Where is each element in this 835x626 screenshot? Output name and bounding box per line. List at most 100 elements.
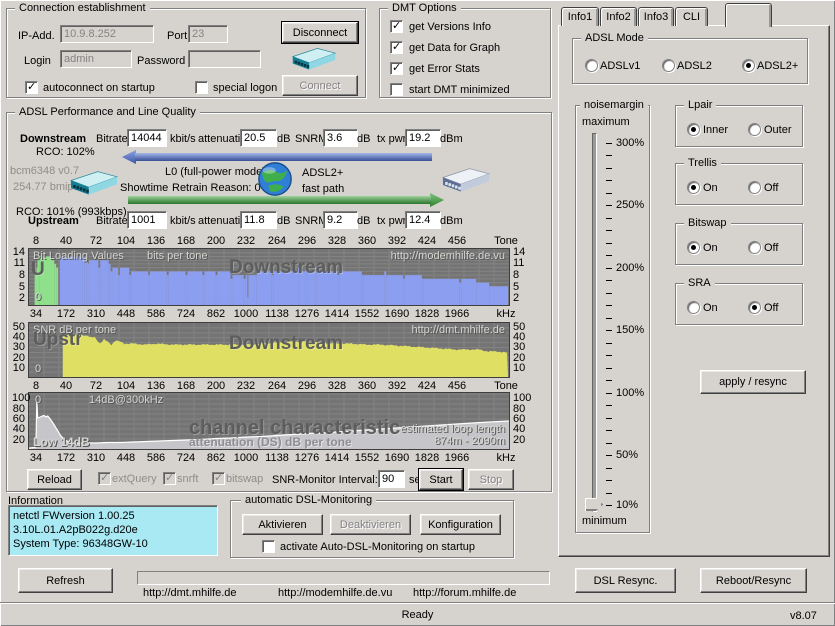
khz-axis-tick: 34: [30, 308, 42, 320]
toggle-title-sra: SRA: [684, 277, 715, 290]
noisemargin-tick-label: 100%: [616, 387, 644, 399]
special-logon-checkbox[interactable]: [195, 81, 208, 94]
y-tick-left: 14: [12, 246, 25, 258]
dmt-option-checkbox-start-dmt-minimized[interactable]: [390, 83, 403, 96]
noisemargin-tick: [606, 343, 612, 344]
port-input[interactable]: [188, 25, 228, 43]
tab-cli[interactable]: CLI: [675, 7, 708, 26]
trellis-radio-off[interactable]: [748, 181, 761, 194]
trellis-radio-on[interactable]: [687, 181, 700, 194]
bitswap-radio-on[interactable]: [687, 241, 700, 254]
modem-icon: [290, 44, 338, 72]
noisemargin-tick: [606, 218, 612, 219]
noisemargin-tick: [606, 493, 612, 494]
dsl-resync-button[interactable]: DSL Resync.: [575, 568, 676, 593]
snr-interval-input[interactable]: [378, 470, 405, 488]
adsl-mode-value: ADSL2+: [302, 167, 343, 179]
monitor-checkbox-extquery[interactable]: [98, 472, 111, 485]
footer-link[interactable]: http://dmt.mhilfe.de: [143, 587, 237, 599]
dmt-option-checkbox-get-error-stats[interactable]: [390, 62, 403, 75]
statusbar-divider: [0, 602, 835, 604]
arrow-head: [122, 150, 136, 164]
tx-pwr-value: 12.4: [405, 211, 441, 229]
configuration-button[interactable]: Konfiguration: [420, 514, 501, 535]
auto-monitoring-startup-checkbox[interactable]: [262, 540, 275, 553]
y-tick-left: 20: [12, 434, 25, 446]
reboot-resync-button[interactable]: Reboot/Resync: [700, 568, 807, 593]
disconnect-button[interactable]: Disconnect: [282, 22, 358, 43]
tab-blank[interactable]: [725, 3, 772, 27]
origin-label: 0: [35, 394, 41, 406]
ip-input[interactable]: [60, 25, 154, 43]
footer-link[interactable]: http://modemhilfe.de.vu: [278, 587, 392, 599]
apply-resync-button[interactable]: apply / resync: [700, 370, 806, 394]
dmt-option-checkbox-get-data-for-graph[interactable]: [390, 41, 403, 54]
tab-info3[interactable]: Info3: [638, 7, 674, 26]
adsl-mode-radio-adsl2[interactable]: [662, 59, 675, 72]
footer-link[interactable]: http://forum.mhilfe.de: [413, 587, 516, 599]
khz-axis-tick: 724: [177, 308, 195, 320]
chart-url: http://dmt.mhilfe.de: [411, 324, 505, 336]
tab-info2[interactable]: Info2: [600, 7, 637, 26]
khz-axis-tick: 1138: [265, 452, 289, 464]
noisemargin-tick: [606, 168, 612, 169]
origin-label: 0: [35, 363, 41, 375]
tx-pwr-label: tx pwr: [377, 133, 406, 145]
toggle-title-bitswap: Bitswap: [684, 217, 731, 230]
monitor-checkbox-label: bitswap: [226, 473, 263, 485]
adsl-mode-radio-adslv1[interactable]: [585, 59, 598, 72]
rco-downstream: RCO: 102%: [36, 146, 95, 158]
noisemargin-tick: [606, 393, 612, 394]
reload-button[interactable]: Reload: [27, 469, 82, 490]
tone-axis-tick: 40: [60, 235, 72, 247]
bitrate-value: 1001: [127, 211, 167, 229]
y-tick-left: 80: [12, 403, 25, 415]
monitor-checkbox-snrft[interactable]: [163, 472, 176, 485]
noisemargin-tick-label: 150%: [616, 324, 644, 336]
deactivate-button[interactable]: Deaktivieren: [330, 514, 411, 535]
noisemargin-slider-track[interactable]: [592, 133, 597, 512]
chart-subtitle: bits per tone: [147, 250, 208, 262]
monitor-checkbox-label: extQuery: [112, 473, 157, 485]
lpair-radio-inner[interactable]: [687, 123, 700, 136]
lpair-radio-outer[interactable]: [748, 123, 761, 136]
bitswap-radio-off[interactable]: [748, 241, 761, 254]
y-tick-right: 2: [513, 292, 519, 304]
noisemargin-tick: [606, 230, 612, 231]
y-tick-left: 20: [12, 352, 25, 364]
connect-button[interactable]: Connect: [282, 75, 358, 96]
dmt-option-label: get Data for Graph: [409, 42, 500, 54]
y-tick-left: 8: [12, 269, 25, 281]
start-button[interactable]: Start: [419, 469, 463, 490]
autoconnect-checkbox[interactable]: [25, 81, 38, 94]
information-box: netctl FWversion 1.00.253.10L.01.A2pB022…: [8, 505, 218, 556]
dmt-option-checkbox-get-versions-info[interactable]: [390, 20, 403, 33]
loop-length-value: 874m - 2090m: [434, 435, 505, 447]
tab-info1[interactable]: Info1: [561, 7, 599, 26]
stop-button[interactable]: Stop: [468, 469, 514, 490]
sra-radio-off[interactable]: [748, 301, 761, 314]
login-input[interactable]: [60, 50, 132, 68]
tone-axis-tick: 8: [33, 235, 39, 247]
power-mode-label: L0 (full-power mode): [165, 166, 266, 178]
sra-radio-on[interactable]: [687, 301, 700, 314]
monitor-checkbox-bitswap[interactable]: [212, 472, 225, 485]
toggle-option-label: Off: [764, 182, 778, 194]
router-icon: [440, 163, 492, 195]
upstream-watermark: Upstream: [33, 329, 81, 351]
refresh-button[interactable]: Refresh: [18, 568, 113, 593]
password-input[interactable]: [188, 50, 261, 68]
attenuation-watermark: attenuation (DS) dB per tone: [189, 435, 352, 449]
khz-axis-tick: 1276: [295, 452, 319, 464]
noisemargin-tick: [606, 255, 612, 256]
annotation-14db: 14dB@300kHz: [89, 394, 163, 406]
status-text: Ready: [402, 609, 434, 621]
attenuation-unit: dB: [277, 215, 290, 227]
noisemargin-tick: [606, 480, 612, 481]
adsl-mode-radio-adsl2[interactable]: [742, 59, 755, 72]
noisemargin-tick: [606, 318, 612, 319]
snrm-unit: dB: [357, 133, 370, 145]
noisemargin-tick: [606, 280, 612, 281]
activate-button[interactable]: Aktivieren: [242, 514, 323, 535]
dmt-option-label: start DMT minimized: [409, 84, 510, 96]
